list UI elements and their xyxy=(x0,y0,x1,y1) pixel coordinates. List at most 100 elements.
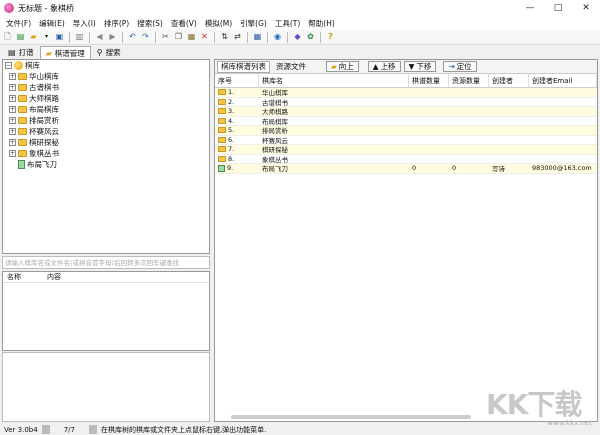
row-creator xyxy=(489,126,529,135)
menu-search[interactable]: 搜索(S) xyxy=(133,18,167,29)
tree-item[interactable]: + 华山棋库 xyxy=(3,71,209,82)
row-no: 8. xyxy=(228,154,235,163)
row-games: 0 xyxy=(412,164,417,173)
header-no[interactable]: 序号 xyxy=(215,74,259,87)
help-icon[interactable]: ? xyxy=(325,32,336,43)
tab-manage[interactable]: ▰ 棋谱管理 xyxy=(39,46,91,59)
paste-icon[interactable]: ▦ xyxy=(186,32,197,43)
move-down-button[interactable]: ▼ 下移 xyxy=(403,61,437,72)
expand-icon[interactable]: + xyxy=(9,106,16,113)
table-row[interactable]: 5. 排局赏析 xyxy=(215,126,597,136)
delete-icon[interactable]: ✕ xyxy=(199,32,210,43)
main-toolbar: 🗋 ▤ ▰ ▾ ▣ ▥ ◀ ▶ ↶ ↷ ✂ ❐ ▦ ✕ ⇅ ⇄ ▦ ◉ ◆ ✿ … xyxy=(0,30,600,45)
expand-icon[interactable]: + xyxy=(9,128,16,135)
expand-icon[interactable]: + xyxy=(9,95,16,102)
table-row[interactable]: 6. 杯赛风云 xyxy=(215,136,597,145)
tree-item[interactable]: 布局飞刀 xyxy=(3,159,209,170)
undo-icon[interactable]: ↶ xyxy=(127,32,138,43)
grid-body: 1. 华山棋库 2. 古谱棋书 3. 大师棋路 4. 布局棋库 5. 排局赏析 … xyxy=(215,88,597,388)
menu-tools[interactable]: 工具(T) xyxy=(271,18,304,29)
header-games[interactable]: 棋谱数量 xyxy=(409,74,449,87)
tree-item[interactable]: + 杯赛风云 xyxy=(3,126,209,137)
minimize-button[interactable]: — xyxy=(516,0,544,16)
tab-record[interactable]: ▤ 打谱 xyxy=(2,46,40,59)
collapse-icon[interactable]: − xyxy=(5,62,12,69)
settings-icon[interactable]: ✿ xyxy=(305,32,316,43)
expand-icon[interactable]: + xyxy=(9,150,16,157)
header-name[interactable]: 棋库名 xyxy=(259,74,409,87)
folder-icon xyxy=(218,136,226,143)
folder-icon xyxy=(218,127,226,134)
table-row[interactable]: 7. 棋研探秘 xyxy=(215,145,597,155)
new-file-icon[interactable]: 🗋 xyxy=(2,32,13,43)
toolbar-separator xyxy=(247,31,248,43)
expand-icon[interactable]: + xyxy=(9,117,16,124)
save-icon[interactable]: ▣ xyxy=(54,32,65,43)
table-row[interactable]: 1. 华山棋库 xyxy=(215,88,597,98)
redo-icon[interactable]: ↷ xyxy=(140,32,151,43)
tree-item[interactable]: + 象棋丛书 xyxy=(3,148,209,159)
dropdown-icon[interactable]: ▾ xyxy=(41,32,52,43)
tree-item[interactable]: + 棋研探秘 xyxy=(3,137,209,148)
engine-icon[interactable]: ◉ xyxy=(272,32,283,43)
header-resources[interactable]: 资源数量 xyxy=(449,74,489,87)
menu-help[interactable]: 帮助(H) xyxy=(304,18,339,29)
menu-simulate[interactable]: 模拟(M) xyxy=(201,18,236,29)
row-resources xyxy=(449,155,489,164)
tree-item[interactable]: + 古谱棋书 xyxy=(3,82,209,93)
locate-button[interactable]: ⇥ 定位 xyxy=(443,61,477,72)
table-row[interactable]: 9. 布局飞刀 0 0 写诗 983000@163.com xyxy=(215,164,597,174)
table-row[interactable]: 4. 布局棋库 xyxy=(215,117,597,126)
tab-resource-files[interactable]: 资源文件 xyxy=(273,61,309,73)
col-content-header[interactable]: 内容 xyxy=(43,272,61,282)
tab-search[interactable]: ⚲ 搜索 xyxy=(91,46,127,59)
menu-edit[interactable]: 编辑(E) xyxy=(35,18,69,29)
tab-library-list[interactable]: 棋库棋谱列表 xyxy=(217,60,270,73)
table-row[interactable]: 3. 大师棋路 xyxy=(215,107,597,117)
back-icon[interactable]: ◀ xyxy=(94,32,105,43)
copy-icon[interactable]: ❐ xyxy=(173,32,184,43)
tag-icon[interactable]: ◆ xyxy=(292,32,303,43)
table-row[interactable]: 2. 古谱棋书 xyxy=(215,98,597,107)
sort-icon[interactable]: ⇅ xyxy=(219,32,230,43)
row-creator xyxy=(489,117,529,126)
board-icon[interactable]: ▦ xyxy=(252,32,263,43)
tree-root[interactable]: − 棋库 xyxy=(3,60,209,71)
menu-file[interactable]: 文件(F) xyxy=(2,18,35,29)
row-email xyxy=(529,155,597,164)
close-button[interactable]: ✕ xyxy=(572,0,600,16)
maximize-button[interactable]: □ xyxy=(544,0,572,16)
table-row[interactable]: 8. 象棋丛书 xyxy=(215,154,597,164)
library-list-panel: 棋库棋谱列表 资源文件 ▰ 向上 ▲ 上移 ▼ 下移 ⇥ 定位 序号 棋库名 棋… xyxy=(214,59,598,422)
swap-icon[interactable]: ⇄ xyxy=(232,32,243,43)
horizontal-scrollbar[interactable] xyxy=(231,415,471,419)
expand-icon[interactable]: + xyxy=(9,139,16,146)
search-input[interactable] xyxy=(2,256,210,269)
go-up-button[interactable]: ▰ 向上 xyxy=(326,61,359,72)
root-library-icon xyxy=(14,61,23,70)
menu-sort[interactable]: 排序(P) xyxy=(100,18,133,29)
col-name-header[interactable]: 名称 xyxy=(3,272,43,282)
arrow-up-icon: ▲ xyxy=(372,62,379,71)
tree-item[interactable]: + 大师棋路 xyxy=(3,93,209,104)
expand-icon[interactable]: + xyxy=(9,84,16,91)
header-creator[interactable]: 创建者 xyxy=(489,74,529,87)
expand-icon[interactable]: + xyxy=(9,73,16,80)
database-icon[interactable]: ▤ xyxy=(15,32,26,43)
menu-engine[interactable]: 引擎(G) xyxy=(236,18,271,29)
tree-item[interactable]: + 布局棋库 xyxy=(3,104,209,115)
row-no: 1. xyxy=(228,88,235,97)
book-icon xyxy=(18,160,25,169)
open-folder-icon[interactable]: ▰ xyxy=(28,32,39,43)
row-creator xyxy=(489,145,529,154)
go-up-label: 向上 xyxy=(338,62,354,71)
row-resources xyxy=(449,145,489,154)
header-email[interactable]: 创建者Email xyxy=(529,74,597,87)
menu-import[interactable]: 导入(I) xyxy=(69,18,100,29)
forward-icon[interactable]: ▶ xyxy=(107,32,118,43)
menu-view[interactable]: 查看(V) xyxy=(167,18,201,29)
recycle-bin-icon[interactable]: ▥ xyxy=(74,32,85,43)
move-up-button[interactable]: ▲ 上移 xyxy=(367,61,401,72)
cut-icon[interactable]: ✂ xyxy=(160,32,171,43)
tree-item[interactable]: + 排局赏析 xyxy=(3,115,209,126)
